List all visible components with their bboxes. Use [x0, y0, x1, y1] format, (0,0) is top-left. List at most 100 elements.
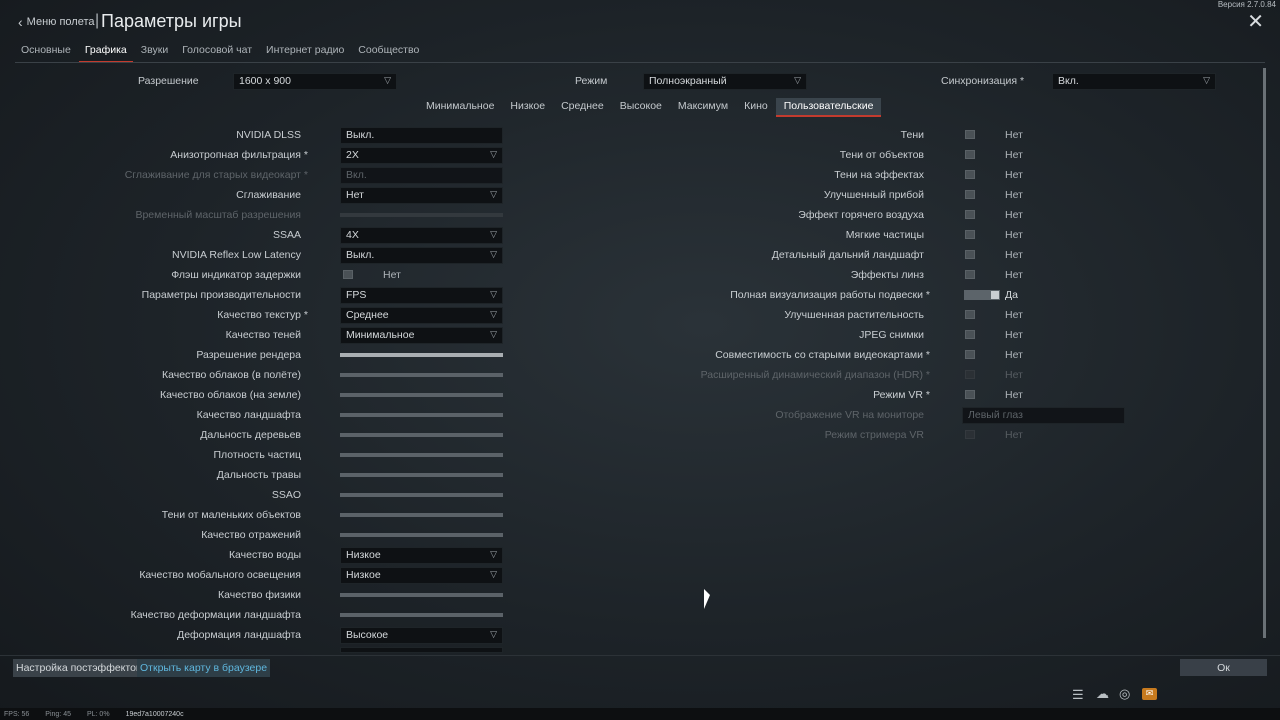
setting-label: Плотность частиц	[213, 449, 301, 461]
setting-label: Качество деформации ландшафта	[130, 609, 301, 621]
toggle-knob	[991, 291, 999, 299]
mode-value: Полноэкранный	[649, 75, 727, 87]
setting-label: Режим стримера VR	[824, 429, 924, 441]
resolution-select[interactable]: 1600 x 900 ▽	[233, 73, 397, 90]
ok-button[interactable]: Ок	[1180, 659, 1267, 676]
setting-label: Качество текстур *	[217, 309, 308, 321]
chevron-down-icon: ▽	[490, 189, 497, 199]
setting-value: FPS	[346, 289, 367, 301]
preset-medium[interactable]: Среднее	[553, 98, 612, 117]
back-button[interactable]: ‹ Меню полета	[18, 14, 95, 30]
fps-readout: FPS: 56	[4, 711, 30, 718]
preset-low[interactable]: Низкое	[502, 98, 553, 117]
setting-label: Деформация ландшафта	[177, 629, 301, 641]
physics-quality-slider[interactable]	[340, 593, 503, 597]
mode-select[interactable]: Полноэкранный ▽	[643, 73, 807, 90]
texture-quality-select[interactable]: Среднее ▽	[340, 307, 503, 324]
deformation-select[interactable]: Высокое ▽	[340, 627, 503, 644]
vr-mode-checkbox[interactable]	[965, 390, 975, 399]
setting-label: Качество мобального освещения	[139, 569, 301, 581]
grass-distance-slider[interactable]	[340, 473, 503, 477]
suspension-toggle[interactable]	[964, 290, 1000, 300]
lighting-quality-select[interactable]: Низкое ▽	[340, 567, 503, 584]
setting-label: Качество воды	[228, 549, 301, 561]
clouds-flight-slider[interactable]	[340, 373, 503, 377]
tab-graphics[interactable]: Графика	[78, 40, 133, 63]
setting-label: Временный масштаб разрешения	[135, 209, 301, 221]
preset-max[interactable]: Максимум	[670, 98, 736, 117]
object-shadows-checkbox[interactable]	[965, 150, 975, 159]
water-quality-select[interactable]: Низкое ▽	[340, 547, 503, 564]
flash-indicator-checkbox[interactable]	[343, 270, 353, 279]
far-landscape-checkbox[interactable]	[965, 250, 975, 259]
chevron-down-icon: ▽	[490, 569, 497, 579]
tab-internet-radio[interactable]: Интернет радио	[260, 40, 350, 63]
setting-label: SSAA	[272, 229, 301, 241]
antialiasing-select[interactable]: Нет ▽	[340, 187, 503, 204]
compat-checkbox[interactable]	[965, 350, 975, 359]
setting-value: Нет	[1005, 429, 1023, 441]
deformation-quality-slider[interactable]	[340, 613, 503, 617]
list-icon[interactable]: ☰	[1072, 687, 1084, 703]
postfx-button[interactable]: Настройка постэффектов	[13, 659, 145, 677]
sync-select[interactable]: Вкл. ▽	[1052, 73, 1216, 90]
setting-label: Сглаживание для старых видеокарт *	[124, 169, 308, 181]
surf-checkbox[interactable]	[965, 190, 975, 199]
setting-label: Полная визуализация работы подвески *	[730, 289, 930, 301]
close-icon[interactable]: ✕	[1247, 12, 1264, 32]
particle-density-slider[interactable]	[340, 453, 503, 457]
reflex-select[interactable]: Выкл. ▽	[340, 247, 503, 264]
performance-select[interactable]: FPS ▽	[340, 287, 503, 304]
setting-label: Мягкие частицы	[845, 229, 924, 241]
tree-distance-slider[interactable]	[340, 433, 503, 437]
page-title: Параметры игры	[101, 11, 242, 31]
setting-value: Высокое	[346, 629, 389, 641]
preset-minimal[interactable]: Минимальное	[418, 98, 502, 117]
back-label: Меню полета	[26, 16, 95, 28]
setting-label: Тени на эффектах	[834, 169, 924, 181]
setting-value: Нет	[1005, 169, 1023, 181]
setting-value: Нет	[1005, 229, 1023, 241]
clouds-ground-slider[interactable]	[340, 393, 503, 397]
shadow-quality-select[interactable]: Минимальное ▽	[340, 327, 503, 344]
next-setting-select-cutoff[interactable]	[340, 647, 503, 653]
setting-label: Качество физики	[218, 589, 301, 601]
vegetation-checkbox[interactable]	[965, 310, 975, 319]
tab-voice-chat[interactable]: Голосовой чат	[176, 40, 258, 63]
shadows-checkbox[interactable]	[965, 130, 975, 139]
chevron-down-icon: ▽	[490, 149, 497, 159]
tab-community[interactable]: Сообщество	[352, 40, 425, 63]
small-shadows-slider[interactable]	[340, 513, 503, 517]
setting-label: Разрешение рендера	[196, 349, 301, 361]
setting-label: NVIDIA DLSS	[236, 129, 301, 141]
hdr-checkbox	[965, 370, 975, 379]
render-resolution-slider[interactable]	[340, 353, 503, 357]
jpeg-checkbox[interactable]	[965, 330, 975, 339]
preset-high[interactable]: Высокое	[612, 98, 670, 117]
chat-icon[interactable]: ◎	[1119, 686, 1130, 702]
preset-cinema[interactable]: Кино	[736, 98, 776, 117]
dlss-select[interactable]: Выкл.	[340, 127, 503, 144]
anisotropic-select[interactable]: 2X ▽	[340, 147, 503, 164]
tab-main[interactable]: Основные	[15, 40, 77, 63]
preset-custom[interactable]: Пользовательские	[775, 98, 882, 117]
chevron-left-icon: ‹	[18, 14, 23, 30]
setting-label: Флэш индикатор задержки	[171, 269, 301, 281]
setting-label: Улучшенный прибой	[823, 189, 924, 201]
lens-effects-checkbox[interactable]	[965, 270, 975, 279]
squad-icon[interactable]: ☁	[1096, 686, 1109, 702]
landscape-quality-slider[interactable]	[340, 413, 503, 417]
open-map-button[interactable]: Открыть карту в браузере	[137, 659, 271, 677]
mail-icon[interactable]: ✉	[1142, 688, 1157, 700]
scrollbar[interactable]	[1263, 68, 1266, 638]
soft-particles-checkbox[interactable]	[965, 230, 975, 239]
reflections-slider[interactable]	[340, 533, 503, 537]
setting-label: Качество ландшафта	[196, 409, 301, 421]
effect-shadows-checkbox[interactable]	[965, 170, 975, 179]
vr-monitor-select: Левый глаз	[962, 407, 1125, 424]
tab-sounds[interactable]: Звуки	[135, 40, 174, 63]
ssaa-select[interactable]: 4X ▽	[340, 227, 503, 244]
ssao-slider[interactable]	[340, 493, 503, 497]
setting-label: Качество теней	[225, 329, 301, 341]
heat-haze-checkbox[interactable]	[965, 210, 975, 219]
